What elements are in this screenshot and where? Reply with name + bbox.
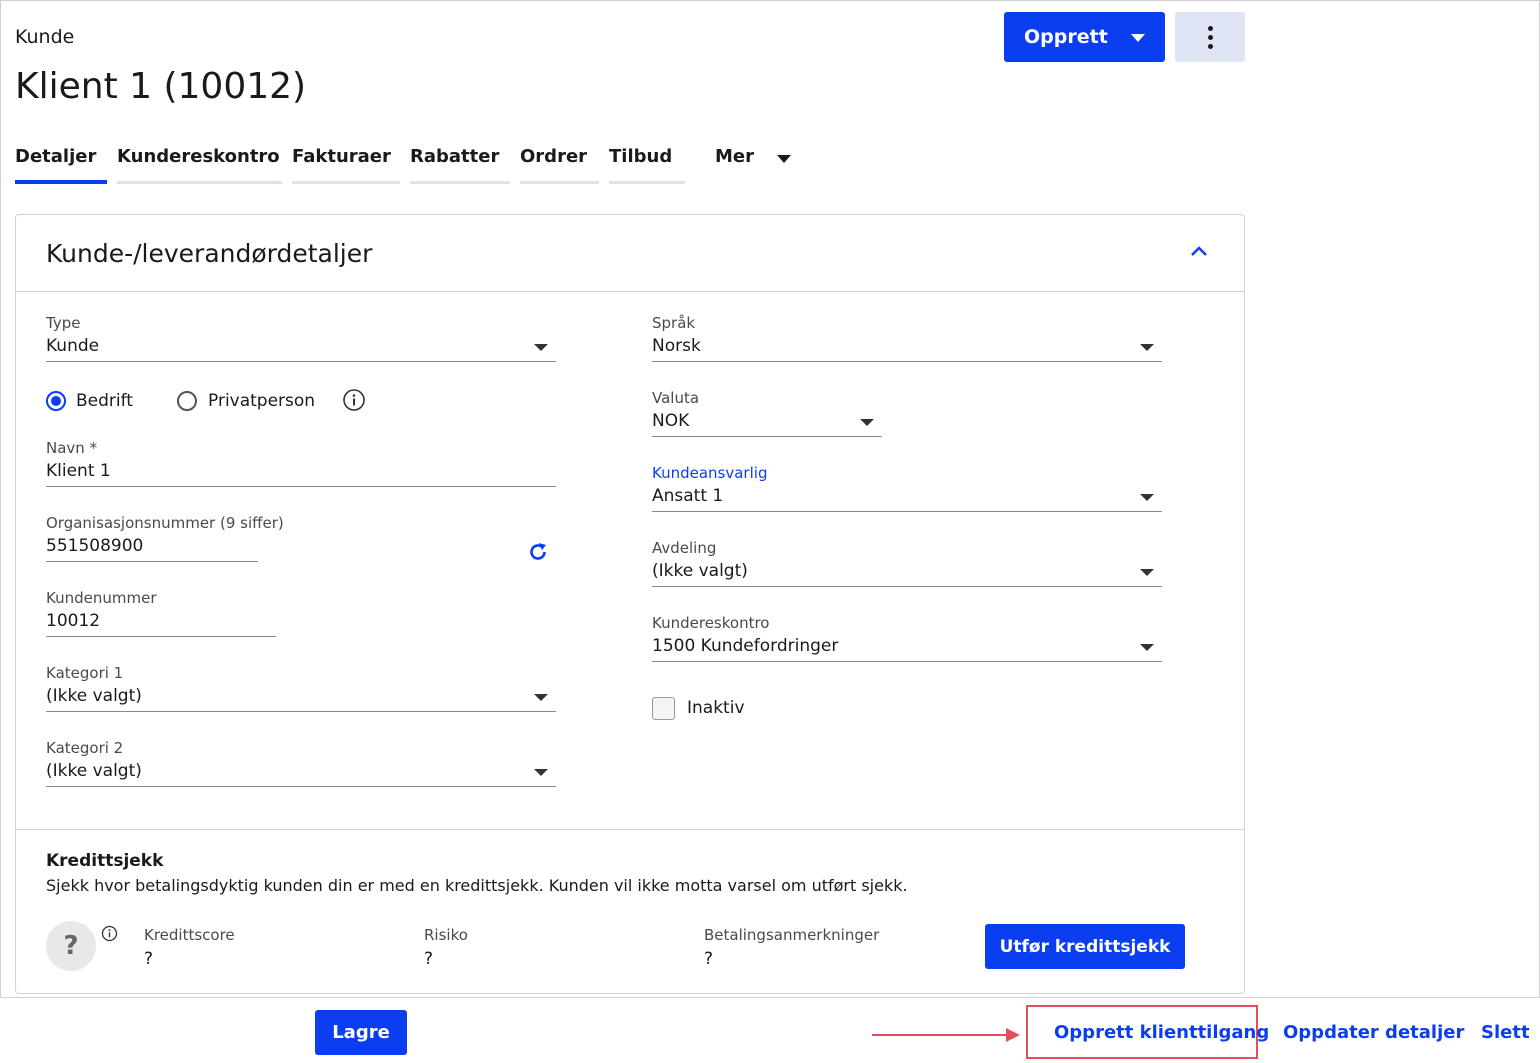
language-select[interactable]	[652, 331, 1162, 363]
currency-select[interactable]	[652, 406, 882, 438]
credit-score-label: Kredittscore	[144, 926, 235, 944]
orgnr-label: Organisasjonsnummer (9 siffer)	[46, 514, 284, 532]
tab-fakturaer[interactable]: Fakturaer	[292, 146, 400, 184]
vertical-dots-icon-dot	[1207, 34, 1213, 40]
run-credit-check-button[interactable]: Utfør kredittsjekk	[985, 924, 1185, 969]
annotation-arrow-head	[1006, 1028, 1020, 1042]
payment-remarks-label: Betalingsanmerkninger	[704, 926, 880, 944]
category2-select[interactable]	[46, 756, 556, 788]
department-select[interactable]	[652, 556, 1162, 588]
risk-value: ?	[424, 949, 434, 969]
radio-company[interactable]	[46, 391, 66, 411]
responsible-select[interactable]	[652, 481, 1162, 513]
credit-score-value: ?	[144, 949, 154, 969]
footer-bar: Lagre Opprett klienttilgang Oppdater det…	[0, 997, 1540, 1063]
credit-score-badge: ?	[46, 921, 96, 971]
inactive-label[interactable]: Inaktiv	[687, 698, 745, 718]
category1-label: Kategori 1	[46, 664, 124, 682]
create-client-access-link[interactable]: Opprett klienttilgang	[1054, 1022, 1269, 1043]
ledger-select[interactable]	[652, 631, 1162, 663]
currency-label: Valuta	[652, 389, 700, 407]
radio-company-label[interactable]: Bedrift	[76, 391, 133, 411]
language-label: Språk	[652, 314, 696, 332]
create-button-label: Opprett	[1024, 26, 1108, 48]
orgnr-underline	[46, 561, 258, 562]
customer-number-label: Kundenummer	[46, 589, 157, 607]
credit-divider	[16, 829, 1244, 830]
chevron-down-icon	[1131, 34, 1145, 42]
annotation-arrow	[872, 1034, 1012, 1036]
tab-tilbud[interactable]: Tilbud	[609, 146, 685, 184]
card-title: Kunde-/leverandørdetaljer	[46, 239, 373, 268]
type-select[interactable]	[46, 331, 556, 363]
tab-detaljer[interactable]: Detaljer	[15, 146, 107, 184]
create-button[interactable]: Opprett	[1004, 12, 1165, 62]
chevron-down-icon	[777, 155, 791, 163]
radio-private-label[interactable]: Privatperson	[208, 391, 315, 411]
name-field[interactable]: Klient 1	[46, 461, 111, 481]
tab-ordrer[interactable]: Ordrer	[520, 146, 599, 184]
more-actions-button[interactable]	[1175, 12, 1245, 62]
credit-title: Kredittsjekk	[46, 851, 164, 871]
info-icon[interactable]	[342, 388, 366, 412]
chevron-up-icon[interactable]	[1190, 245, 1208, 257]
tab-rabatter[interactable]: Rabatter	[410, 146, 510, 184]
credit-description: Sjekk hvor betalingsdyktig kunden din er…	[46, 876, 908, 895]
payment-remarks-value: ?	[704, 949, 714, 969]
category1-select[interactable]	[46, 681, 556, 713]
type-label: Type	[46, 314, 81, 332]
department-label: Avdeling	[652, 539, 717, 557]
vertical-dots-icon-dot	[1207, 43, 1213, 49]
orgnr-field[interactable]: 551508900	[46, 536, 143, 556]
update-details-link[interactable]: Oppdater detaljer	[1283, 1022, 1464, 1043]
vertical-dots-icon	[1207, 25, 1213, 31]
category2-label: Kategori 2	[46, 739, 124, 757]
page-title: Klient 1 (10012)	[15, 66, 307, 107]
refresh-icon[interactable]	[527, 541, 549, 563]
inactive-checkbox[interactable]	[652, 697, 675, 720]
customer-number-underline	[46, 636, 276, 637]
risk-label: Risiko	[424, 926, 468, 944]
name-label: Navn *	[46, 439, 98, 457]
customer-number-field[interactable]: 10012	[46, 611, 100, 631]
tab-kundereskontro[interactable]: Kundereskontro	[117, 146, 282, 184]
tab-mer[interactable]: Mer	[715, 146, 795, 184]
info-icon[interactable]	[101, 925, 118, 942]
responsible-label: Kundeansvarlig	[652, 464, 768, 482]
card-header[interactable]: Kunde-/leverandørdetaljer	[16, 215, 1244, 292]
ledger-label: Kundereskontro	[652, 614, 770, 632]
save-button[interactable]: Lagre	[315, 1010, 407, 1055]
customer-details-card: Kunde-/leverandørdetaljer Type Kunde Bed…	[15, 214, 1245, 994]
radio-private[interactable]	[177, 391, 197, 411]
breadcrumb[interactable]: Kunde	[15, 26, 74, 48]
delete-link[interactable]: Slett	[1481, 1022, 1530, 1043]
name-underline	[46, 486, 556, 487]
